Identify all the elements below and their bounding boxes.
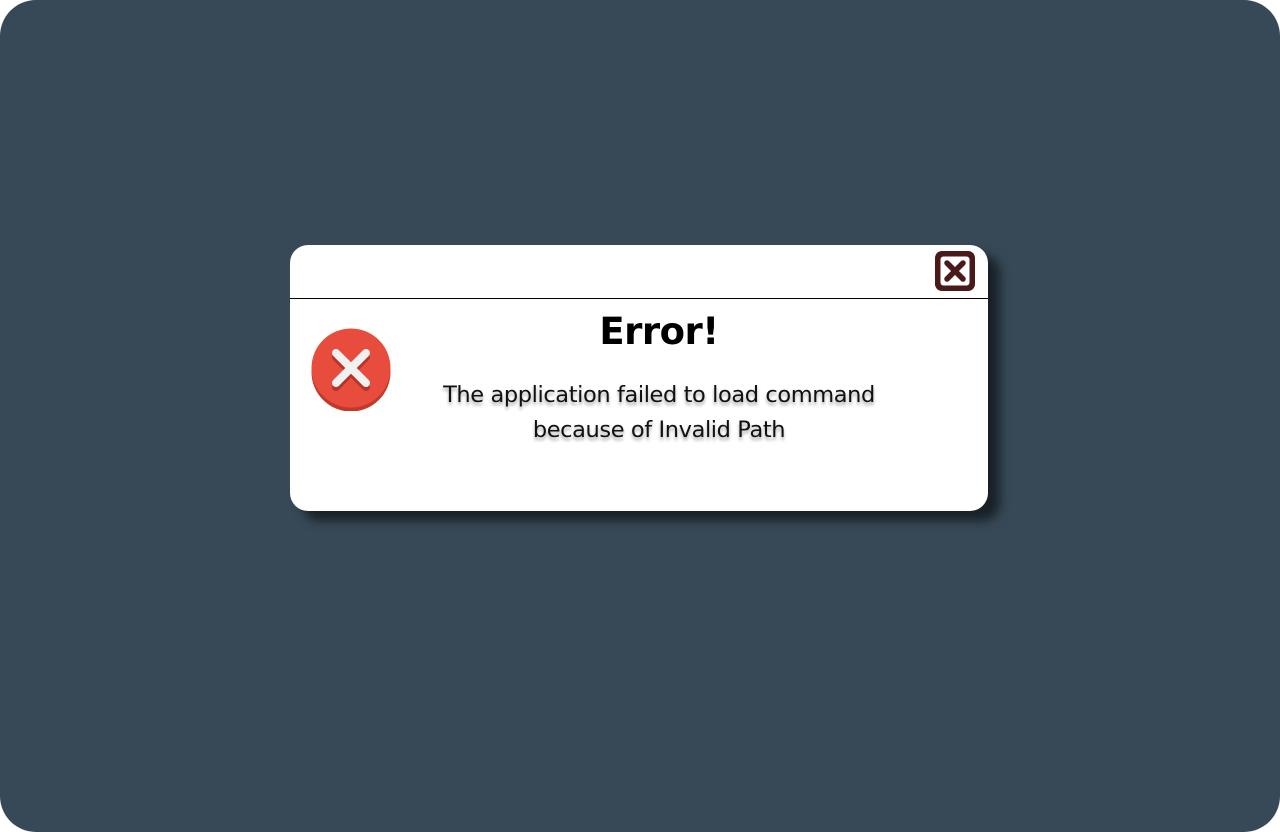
dialog-title: Error! — [599, 310, 719, 353]
message-line-2: because of Invalid Path — [532, 417, 786, 443]
error-dialog: Error! The application failed to load co… — [290, 245, 988, 511]
close-box-icon — [935, 251, 975, 291]
error-icon — [310, 327, 392, 411]
message-line-1: The application failed to load command — [443, 382, 875, 408]
close-button[interactable] — [934, 250, 976, 292]
dialog-message: The application failed to load command b… — [400, 378, 918, 448]
dialog-titlebar — [290, 245, 988, 299]
desktop-background: Error! The application failed to load co… — [0, 0, 1280, 832]
